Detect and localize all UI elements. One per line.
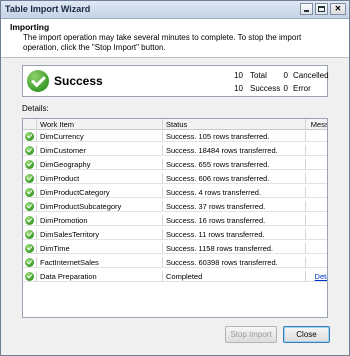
maximize-button[interactable]	[315, 3, 328, 15]
table-row[interactable]: FactInternetSales Success. 60398 rows tra…	[23, 257, 327, 268]
status-cell: Success. 1158 rows transferred.	[163, 243, 306, 254]
column-header-work-item[interactable]: Work Item	[37, 119, 163, 130]
work-item-cell: DimProductSubcategory	[37, 201, 163, 212]
row-icon-cell	[23, 201, 37, 212]
table-row[interactable]: DimProduct Success. 606 rows transferred.	[23, 173, 327, 184]
row-icon-cell	[23, 145, 37, 156]
column-header-status[interactable]: Status	[163, 119, 306, 130]
work-item-cell: DimCustomer	[37, 145, 163, 156]
message-cell	[306, 243, 327, 254]
status-label: Success	[54, 74, 103, 88]
details-link[interactable]: Details	[315, 272, 327, 281]
table-row[interactable]: DimProductSubcategory Success. 37 rows tr…	[23, 201, 327, 212]
success-check-icon	[25, 202, 34, 211]
close-button[interactable]: Close	[283, 326, 330, 343]
status-cell: Success. 105 rows transferred.	[163, 131, 306, 142]
status-cell: Success. 11 rows transferred.	[163, 229, 306, 240]
wizard-header: Importing The import operation may take …	[1, 19, 349, 58]
message-cell	[306, 131, 327, 142]
work-item-cell: FactInternetSales	[37, 257, 163, 268]
total-label: Total	[250, 71, 267, 80]
success-check-icon	[25, 216, 34, 225]
work-item-cell: DimTime	[37, 243, 163, 254]
work-item-cell: DimPromotion	[37, 215, 163, 226]
message-cell	[306, 201, 327, 212]
table-row[interactable]: DimGeography Success. 655 rows transferre…	[23, 159, 327, 170]
close-window-button[interactable]: ✕	[330, 3, 346, 15]
work-item-cell: DimSalesTerritory	[37, 229, 163, 240]
row-icon-cell	[23, 257, 37, 268]
status-cell: Success. 606 rows transferred.	[163, 173, 306, 184]
message-cell	[306, 173, 327, 184]
row-icon-cell	[23, 229, 37, 240]
success-check-icon	[25, 258, 34, 267]
window-controls: ✕	[300, 3, 346, 15]
table-row[interactable]: DimCurrency Success. 105 rows transferred…	[23, 131, 327, 142]
stop-import-button[interactable]: Stop Import	[225, 326, 277, 343]
work-item-cell: Data Preparation	[37, 271, 163, 282]
maximize-icon	[318, 6, 325, 12]
details-grid[interactable]: Work Item Status Message DimCurrencySucc…	[22, 118, 328, 318]
status-cell: Success. 16 rows transferred.	[163, 215, 306, 226]
success-check-icon	[27, 70, 49, 92]
success-check-icon	[25, 272, 34, 281]
message-cell	[306, 145, 327, 156]
table-row[interactable]: DimSalesTerritory Success. 11 rows transf…	[23, 229, 327, 240]
status-cell: Success. 4 rows transferred.	[163, 187, 306, 198]
error-count: 0	[283, 84, 288, 93]
cancelled-count: 0	[283, 71, 288, 80]
minimize-icon	[304, 10, 309, 12]
message-cell	[306, 159, 327, 170]
cancelled-label: Cancelled	[293, 71, 329, 80]
table-row[interactable]: DimPromotion Success. 16 rows transferred…	[23, 215, 327, 226]
success-check-icon	[25, 160, 34, 169]
row-icon-cell	[23, 159, 37, 170]
status-cell: Success. 655 rows transferred.	[163, 159, 306, 170]
success-check-icon	[25, 132, 34, 141]
title-bar[interactable]: Table Import Wizard ✕	[1, 1, 349, 19]
message-cell	[306, 187, 327, 198]
grid-header-row: Work Item Status Message	[23, 119, 327, 130]
message-cell	[306, 215, 327, 226]
column-header-message[interactable]: Message	[306, 119, 327, 130]
status-cell: Success. 18484 rows transferred.	[163, 145, 306, 156]
message-cell	[306, 229, 327, 240]
window-title: Table Import Wizard	[5, 4, 91, 14]
table-row[interactable]: DimProductCategory Success. 4 rows transf…	[23, 187, 327, 198]
success-check-icon	[25, 146, 34, 155]
row-icon-cell	[23, 271, 37, 282]
row-icon-cell	[23, 173, 37, 184]
success-check-icon	[25, 188, 34, 197]
work-item-cell: DimCurrency	[37, 131, 163, 142]
row-icon-cell	[23, 131, 37, 142]
page-title: Importing	[10, 22, 50, 32]
table-import-wizard-window: Table Import Wizard ✕ Importing The impo…	[0, 0, 350, 356]
success-check-icon	[25, 230, 34, 239]
row-icon-cell	[23, 215, 37, 226]
success-check-icon	[25, 244, 34, 253]
table-row[interactable]: Data PreparationCompleted Details	[23, 271, 327, 282]
status-cell: Success. 60398 rows transferred.	[163, 257, 306, 268]
header-icon-column	[23, 119, 37, 130]
success-check-icon	[25, 174, 34, 183]
success-count: 10	[234, 84, 243, 93]
work-item-cell: DimProduct	[37, 173, 163, 184]
details-label: Details:	[22, 104, 49, 113]
error-label: Error	[293, 84, 311, 93]
minimize-button[interactable]	[300, 3, 313, 15]
total-count: 10	[234, 71, 243, 80]
table-row[interactable]: DimTime Success. 1158 rows transferred.	[23, 243, 327, 254]
close-icon: ✕	[334, 4, 342, 13]
table-row[interactable]: DimCustomer Success. 18484 rows transferr…	[23, 145, 327, 156]
message-cell: Details	[306, 271, 327, 282]
page-description: The import operation may take several mi…	[23, 33, 302, 52]
status-cell: Completed	[163, 271, 306, 282]
row-icon-cell	[23, 243, 37, 254]
status-cell: Success. 37 rows transferred.	[163, 201, 306, 212]
work-item-cell: DimProductCategory	[37, 187, 163, 198]
row-icon-cell	[23, 187, 37, 198]
message-cell	[306, 257, 327, 268]
work-item-cell: DimGeography	[37, 159, 163, 170]
status-summary: Success 10 Total 0 Cancelled 10 Success …	[22, 65, 329, 97]
